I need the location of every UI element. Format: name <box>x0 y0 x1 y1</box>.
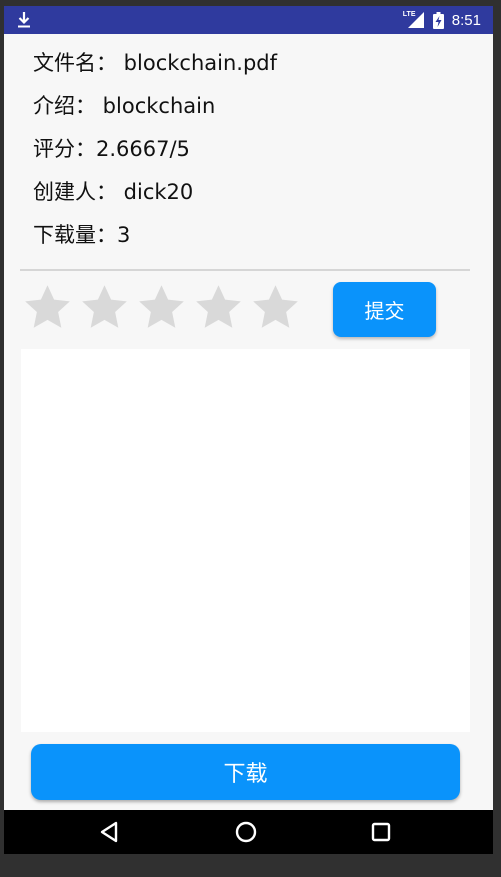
rating-bar[interactable] <box>22 282 301 338</box>
creator-label: 创建人： <box>33 180 117 204</box>
navigation-bar <box>4 810 493 854</box>
rating-value: 2.6667/5 <box>96 137 190 161</box>
battery-charging-icon <box>432 11 444 29</box>
downloads-value: 3 <box>117 223 131 247</box>
star-icon[interactable] <box>250 282 301 333</box>
star-icon[interactable] <box>22 282 73 333</box>
filename-label: 文件名： <box>33 51 117 75</box>
filename-row: 文件名： blockchain.pdf <box>33 48 277 91</box>
download-button[interactable]: 下载 <box>31 744 460 800</box>
rating-label: 评分： <box>33 137 96 161</box>
description-value: blockchain <box>96 94 216 118</box>
filename-value: blockchain.pdf <box>117 51 277 75</box>
creator-row: 创建人： dick20 <box>33 177 277 220</box>
creator-value: dick20 <box>117 180 194 204</box>
back-icon[interactable] <box>96 818 124 846</box>
downloads-label: 下载量： <box>33 223 117 247</box>
app-screen: LTE 8:51 文件名： blockchain.pdf 介绍： blockch… <box>4 6 493 854</box>
device-frame: LTE 8:51 文件名： blockchain.pdf 介绍： blockch… <box>0 0 501 877</box>
star-icon[interactable] <box>79 282 130 333</box>
rating-row: 评分：2.6667/5 <box>33 134 277 177</box>
star-icon[interactable] <box>193 282 244 333</box>
clock: 8:51 <box>451 11 481 29</box>
submit-button[interactable]: 提交 <box>333 282 436 337</box>
file-info: 文件名： blockchain.pdf 介绍： blockchain 评分：2.… <box>33 48 277 263</box>
home-icon[interactable] <box>232 818 260 846</box>
description-label: 介绍： <box>33 94 96 118</box>
downloads-row: 下载量：3 <box>33 220 277 263</box>
status-right: LTE 8:51 <box>403 10 481 30</box>
comment-field[interactable] <box>21 349 470 732</box>
signal-icon: LTE <box>403 11 425 29</box>
recents-icon[interactable] <box>367 818 395 846</box>
status-bar: LTE 8:51 <box>4 6 493 34</box>
divider <box>20 269 470 271</box>
description-row: 介绍： blockchain <box>33 91 277 134</box>
star-icon[interactable] <box>136 282 187 333</box>
download-icon <box>18 12 30 28</box>
